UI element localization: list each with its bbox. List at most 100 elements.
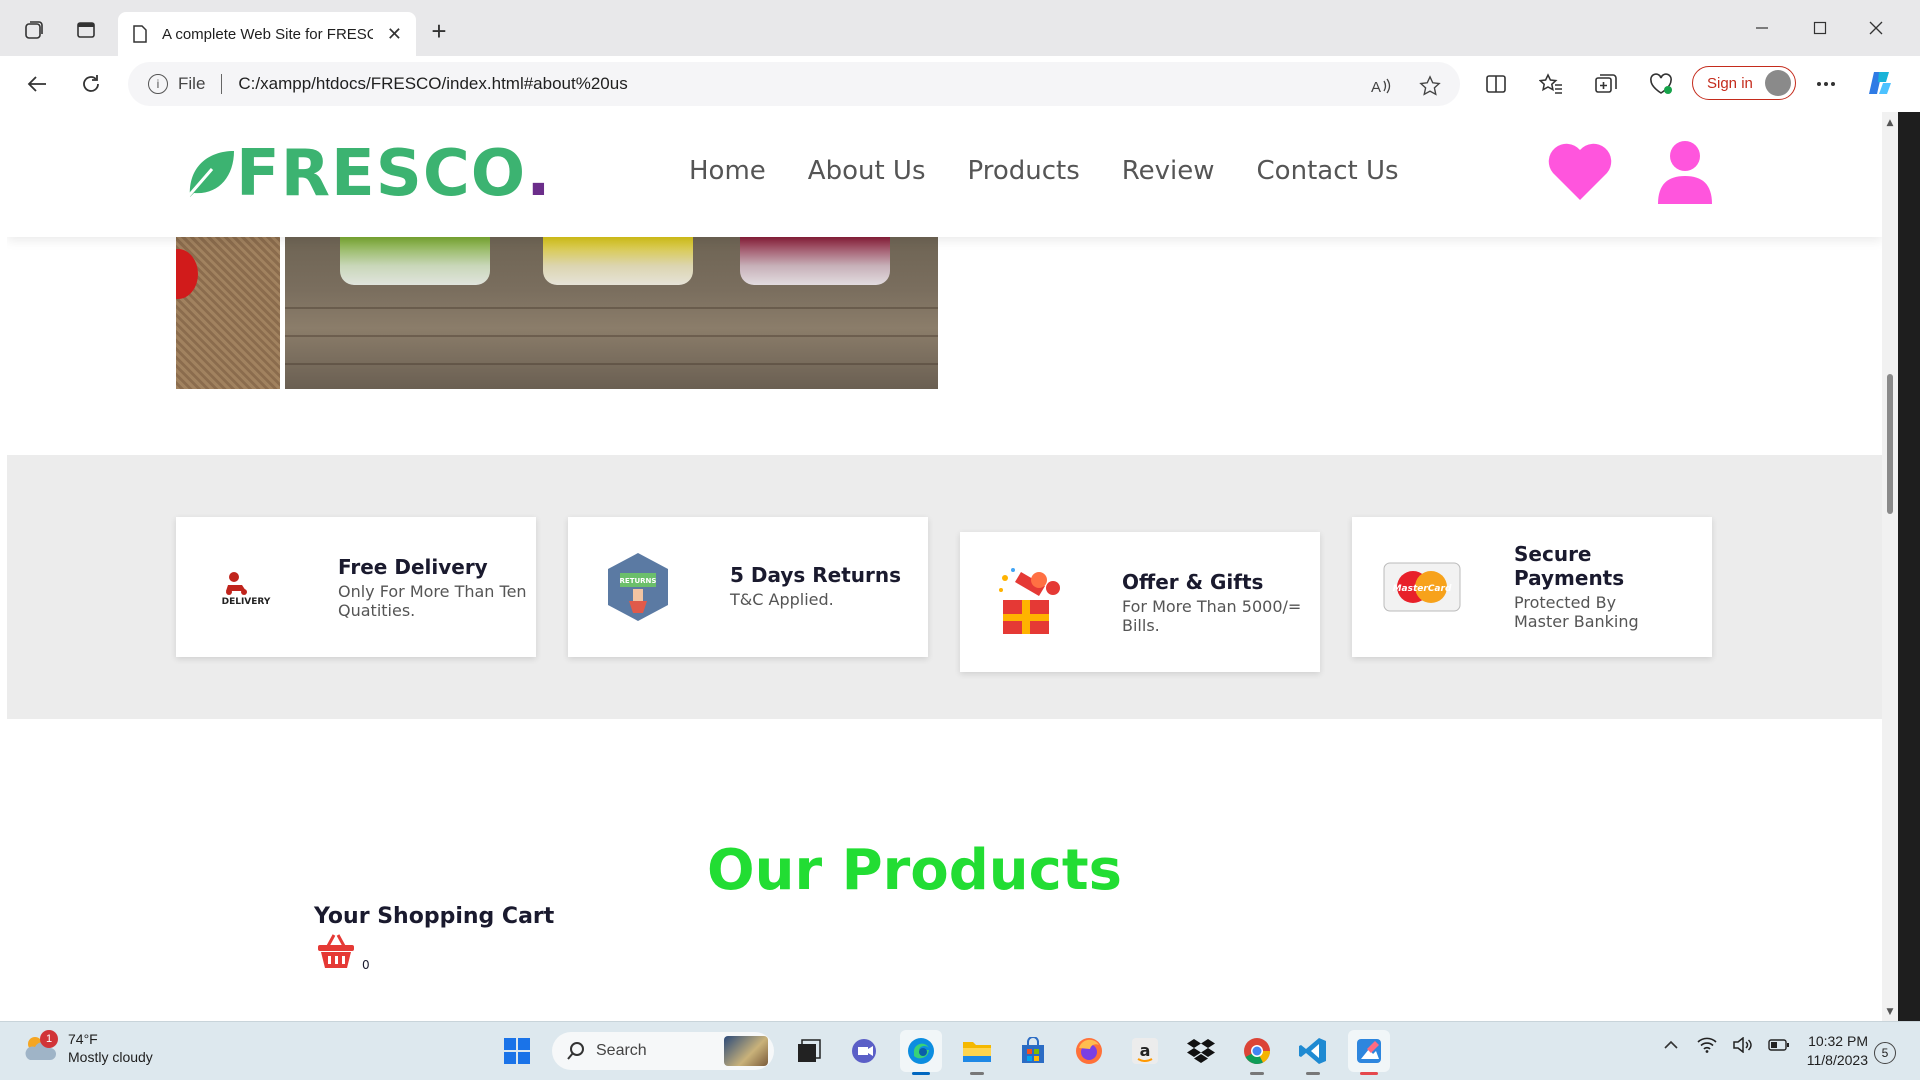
amazon-icon[interactable]: a	[1124, 1030, 1166, 1072]
scroll-up-icon[interactable]: ▲	[1885, 118, 1895, 128]
wifi-icon[interactable]	[1696, 1034, 1718, 1056]
dropbox-icon[interactable]	[1180, 1030, 1222, 1072]
teams-meet-icon[interactable]	[844, 1030, 886, 1072]
weather-widget[interactable]: 1 74°F Mostly cloudy	[22, 1030, 153, 1066]
refresh-button[interactable]	[74, 67, 108, 101]
user-icon[interactable]	[1656, 140, 1714, 206]
microsoft-store-icon[interactable]	[1012, 1030, 1054, 1072]
nav-about-us[interactable]: About Us	[808, 156, 926, 186]
file-explorer-icon[interactable]	[956, 1030, 998, 1075]
svg-text:A: A	[1371, 79, 1381, 96]
volume-icon[interactable]	[1732, 1034, 1754, 1056]
cloud-icon: 1	[22, 1030, 58, 1064]
edge-app-icon[interactable]	[900, 1030, 942, 1075]
service-title: Free Delivery	[338, 555, 488, 579]
search-label: Search	[596, 1042, 647, 1059]
returns-icon: RETURNS	[598, 547, 678, 627]
taskbar-search[interactable]: Search	[552, 1032, 774, 1070]
workspaces-icon[interactable]	[18, 14, 50, 46]
notification-badge[interactable]: 5	[1874, 1042, 1896, 1064]
svg-text:RETURNS: RETURNS	[620, 577, 657, 585]
favorite-star-icon[interactable]	[1418, 74, 1442, 98]
close-window-button[interactable]	[1856, 12, 1896, 44]
tab-bar: A complete Web Site for FRESCO ✕ +	[0, 0, 1920, 56]
nav-products[interactable]: Products	[968, 156, 1080, 186]
vertical-scrollbar[interactable]: ▲ ▼	[1882, 112, 1898, 1021]
clock[interactable]: 10:32 PM 11/8/2023	[1800, 1032, 1868, 1070]
address-separator	[221, 74, 223, 94]
url-text[interactable]: C:/xampp/htdocs/FRESCO/index.html#about%…	[238, 74, 627, 94]
tab-title: A complete Web Site for FRESCO	[162, 25, 373, 43]
cart-heading: Your Shopping Cart	[314, 904, 555, 929]
minimize-button[interactable]	[1742, 12, 1782, 44]
service-text: Free Delivery Only For More Than Ten Qua…	[338, 555, 528, 620]
favorites-icon[interactable]	[1538, 71, 1564, 97]
split-screen-icon[interactable]	[1483, 71, 1509, 97]
info-icon[interactable]: i	[148, 74, 168, 94]
service-text: 5 Days Returns T&C Applied.	[730, 563, 920, 609]
firefox-icon[interactable]	[1068, 1030, 1110, 1072]
red-juice-glass	[740, 237, 890, 285]
about-image-left	[176, 237, 280, 389]
service-text: Offer & Gifts For More Than 5000/= Bills…	[1122, 570, 1312, 635]
weather-desc: Mostly cloudy	[68, 1049, 153, 1065]
page-viewport: FRESCO . Home About Us Products Review C…	[7, 112, 1882, 1021]
show-hidden-icons-chevron-icon[interactable]	[1660, 1034, 1682, 1056]
tab-close-icon[interactable]: ✕	[387, 24, 402, 45]
vscode-icon[interactable]	[1292, 1030, 1334, 1075]
tab-actions-icon[interactable]	[70, 14, 102, 46]
page-icon	[133, 25, 147, 43]
clock-date: 11/8/2023	[1806, 1052, 1868, 1068]
background-window-edge	[1898, 112, 1920, 1021]
nav-home[interactable]: Home	[689, 156, 766, 186]
logo-dot: .	[526, 137, 551, 211]
battery-icon[interactable]	[1768, 1034, 1790, 1056]
logo-text: FRESCO	[236, 137, 527, 211]
red-fruit-shape	[176, 249, 198, 299]
service-title: Secure Payments	[1514, 542, 1625, 590]
service-subtitle: Protected By Master Banking	[1514, 593, 1639, 631]
maximize-button[interactable]	[1800, 12, 1840, 44]
svg-text:a: a	[1140, 1041, 1151, 1060]
task-view-icon[interactable]	[788, 1030, 830, 1072]
cart-count: 0	[362, 958, 370, 972]
back-button[interactable]	[20, 67, 54, 101]
scroll-down-icon[interactable]: ▼	[1885, 1007, 1895, 1017]
scrollbar-thumb[interactable]	[1887, 374, 1893, 514]
service-card-gifts: Offer & Gifts For More Than 5000/= Bills…	[960, 532, 1320, 672]
chrome-icon[interactable]	[1236, 1030, 1278, 1075]
site-logo[interactable]: FRESCO .	[182, 142, 551, 206]
heart-icon[interactable]	[1547, 140, 1613, 202]
green-juice-glass	[340, 237, 490, 285]
about-image-juices	[285, 237, 938, 389]
weather-badge: 1	[40, 1030, 58, 1048]
search-highlight-image	[724, 1036, 768, 1066]
gift-icon	[990, 562, 1070, 642]
delivery-icon: DELIVERY	[206, 547, 286, 627]
service-card-delivery: DELIVERY Free Delivery Only For More Tha…	[176, 517, 536, 657]
sign-in-button[interactable]: Sign in	[1692, 66, 1796, 100]
weather-temp: 74°F	[68, 1031, 98, 1047]
svg-text:DELIVERY: DELIVERY	[222, 597, 271, 607]
clock-time: 10:32 PM	[1808, 1033, 1868, 1049]
start-button[interactable]	[496, 1030, 538, 1072]
services-section: DELIVERY Free Delivery Only For More Tha…	[7, 455, 1882, 719]
nav-contact-us[interactable]: Contact Us	[1257, 156, 1399, 186]
browser-essentials-icon[interactable]	[1648, 71, 1674, 97]
paint-app-icon[interactable]	[1348, 1030, 1390, 1075]
service-card-payments: MasterCard Secure Payments Protected By …	[1352, 517, 1712, 657]
nav-review[interactable]: Review	[1122, 156, 1215, 186]
address-bar[interactable]: i File C:/xampp/htdocs/FRESCO/index.html…	[128, 62, 1460, 106]
basket-icon[interactable]	[316, 932, 356, 970]
collections-icon[interactable]	[1593, 71, 1619, 97]
search-icon	[567, 1042, 584, 1060]
tab-active[interactable]: A complete Web Site for FRESCO ✕	[118, 12, 416, 56]
new-tab-button[interactable]: +	[424, 16, 454, 46]
taskbar: 1 74°F Mostly cloudy Search a 10:32 PM 1…	[0, 1021, 1920, 1080]
copilot-icon[interactable]	[1864, 68, 1896, 98]
main-nav: Home About Us Products Review Contact Us	[689, 156, 1399, 186]
read-aloud-icon[interactable]: A	[1369, 74, 1393, 98]
service-card-returns: RETURNS 5 Days Returns T&C Applied.	[568, 517, 928, 657]
more-options-icon[interactable]	[1813, 71, 1839, 97]
products-heading: Our Products	[707, 838, 1122, 903]
